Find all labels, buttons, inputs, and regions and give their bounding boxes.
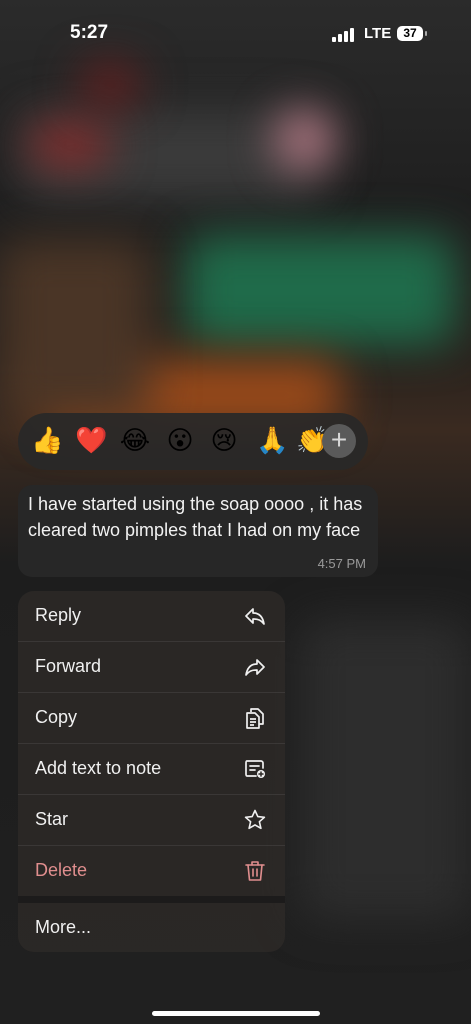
note-add-icon: [243, 757, 267, 781]
crying-emoji[interactable]: 😢: [208, 425, 240, 457]
menu-item-label: Star: [35, 809, 69, 829]
trash-icon: [243, 859, 267, 883]
menu-group-separator: [18, 896, 285, 903]
folded-hands-emoji[interactable]: 🙏: [256, 425, 288, 457]
blurred-brown-area: [0, 240, 150, 420]
star-icon: [243, 808, 267, 832]
status-time: 5:27: [70, 22, 109, 43]
tears-of-joy-emoji[interactable]: 😂: [119, 425, 151, 457]
cellular-signal-icon: [332, 28, 356, 42]
menu-item-copy[interactable]: Copy: [18, 693, 285, 743]
menu-item-label: Add text to note: [35, 758, 162, 778]
forward-icon: [243, 655, 267, 679]
message-context-menu: Reply Forward Copy Add text to note Star…: [18, 591, 285, 952]
message-timestamp: 4:57 PM: [317, 556, 366, 571]
menu-item-reply[interactable]: Reply: [18, 591, 285, 641]
menu-item-label: Copy: [35, 707, 78, 727]
blurred-red-accent: [30, 125, 110, 165]
message-bubble[interactable]: I have started using the soap oooo , it …: [18, 485, 378, 577]
blurred-avatar: [275, 110, 335, 170]
menu-item-label: Delete: [35, 860, 88, 880]
home-indicator[interactable]: [152, 1011, 320, 1016]
menu-item-more[interactable]: More...: [18, 903, 285, 952]
add-reaction-button[interactable]: +: [322, 424, 356, 458]
menu-item-label: More...: [35, 917, 92, 937]
battery-cap: [425, 31, 427, 36]
menu-item-label: Reply: [35, 605, 82, 625]
thumbs-up-emoji[interactable]: 👍: [31, 425, 63, 457]
message-text: I have started using the soap oooo , it …: [28, 494, 363, 540]
copy-icon: [243, 706, 267, 730]
chat-screen: 5:27 LTE 37 👍 ❤️ 😂 😮 😢 🙏 👏 + I have star…: [0, 0, 471, 1024]
menu-item-label: Forward: [35, 656, 102, 676]
menu-item-forward[interactable]: Forward: [18, 642, 285, 692]
blurred-green-bubble: [185, 235, 455, 345]
reply-icon: [243, 604, 267, 628]
menu-item-add-text-to-note[interactable]: Add text to note: [18, 744, 285, 794]
network-type: LTE: [364, 25, 392, 42]
menu-item-delete[interactable]: Delete: [18, 846, 285, 896]
red-heart-emoji[interactable]: ❤️: [75, 425, 107, 457]
menu-item-star[interactable]: Star: [18, 795, 285, 845]
blurred-gray-area: [300, 620, 471, 920]
battery-icon: 37: [397, 26, 423, 41]
surprised-emoji[interactable]: 😮: [164, 425, 196, 457]
blurred-red-area: [80, 65, 140, 105]
reaction-bar: 👍 ❤️ 😂 😮 😢 🙏 👏: [18, 413, 368, 470]
